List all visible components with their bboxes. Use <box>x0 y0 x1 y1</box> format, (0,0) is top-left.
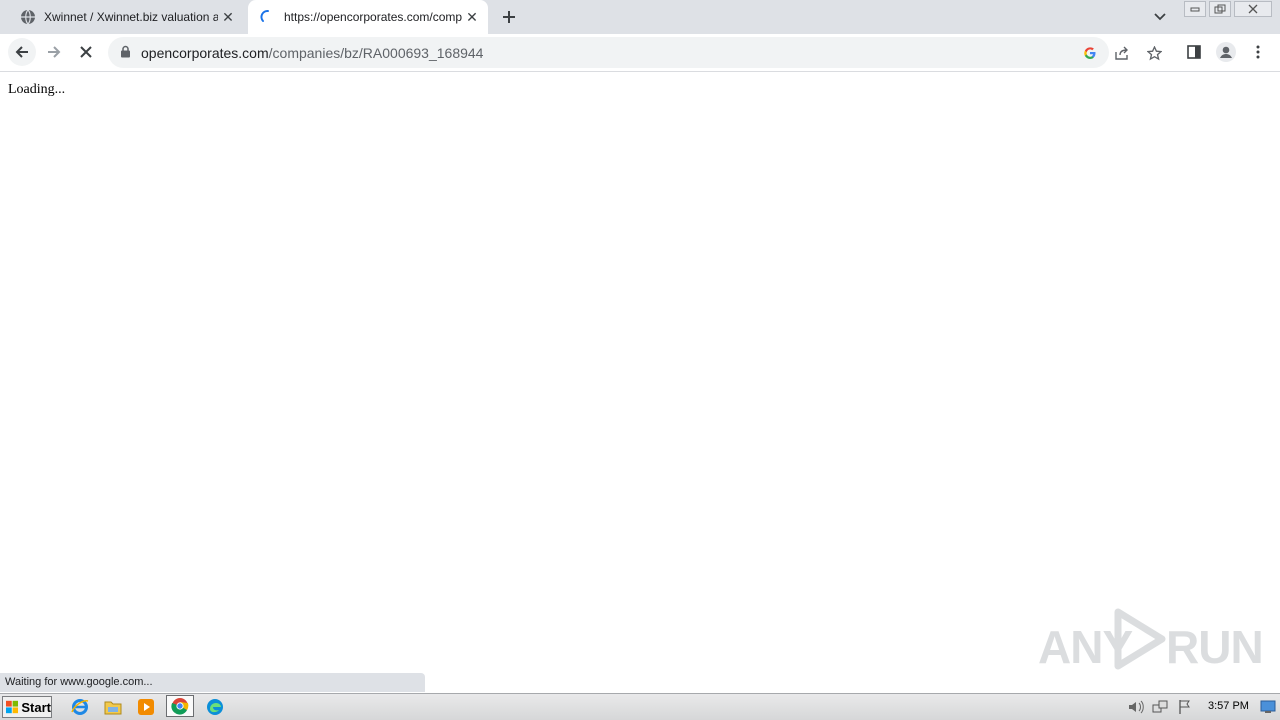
globe-icon <box>21 9 35 25</box>
explorer-taskbar-button[interactable] <box>102 697 124 717</box>
volume-icon[interactable] <box>1128 700 1144 714</box>
more-vertical-icon <box>1256 45 1260 59</box>
forward-arrow-icon <box>48 46 61 58</box>
url-host: opencorporates.com <box>141 45 269 61</box>
chrome-taskbar-button[interactable] <box>166 695 194 717</box>
bookmark-button[interactable] <box>1144 43 1164 63</box>
restore-button[interactable] <box>1209 1 1231 17</box>
windows-logo-icon <box>6 700 19 714</box>
star-icon <box>1146 45 1162 60</box>
action-center-flag-icon[interactable] <box>1178 699 1192 715</box>
media-player-icon <box>138 699 154 715</box>
ie-taskbar-button[interactable] <box>69 697 91 717</box>
browser-toolbar: opencorporates.com/companies/bz/RA000693… <box>0 34 1280 72</box>
taskbar: Start 3:57 PM <box>0 693 1280 720</box>
minimize-icon <box>1190 7 1200 12</box>
play-logo-icon <box>1114 608 1166 670</box>
share-button[interactable] <box>1112 43 1132 63</box>
clock[interactable]: 3:57 PM <box>1208 700 1249 712</box>
back-button[interactable] <box>8 38 36 66</box>
tab-opencorporates[interactable]: https://opencorporates.com/compar ✕ <box>248 0 488 34</box>
anyrun-watermark: ANY RUN <box>1036 606 1264 673</box>
google-lens-button[interactable] <box>1080 43 1100 63</box>
close-tab-icon[interactable]: ✕ <box>462 7 482 27</box>
lock-icon[interactable] <box>120 45 131 58</box>
menu-button[interactable] <box>1244 38 1272 66</box>
plus-icon <box>503 11 515 23</box>
loading-text: Loading... <box>8 82 66 97</box>
avatar-icon <box>1216 42 1236 62</box>
chrome-icon <box>171 698 189 715</box>
url-path: /companies/bz/RA000693_168944 <box>268 45 484 61</box>
close-icon <box>80 46 92 58</box>
start-button[interactable]: Start <box>2 696 52 718</box>
ie-icon <box>71 699 89 715</box>
tab-search-button[interactable] <box>1150 8 1170 26</box>
explorer-icon <box>104 701 122 715</box>
close-icon <box>1248 4 1258 14</box>
close-window-button[interactable] <box>1234 1 1272 17</box>
tab-title: Xwinnet / Xwinnet.biz valuation and <box>44 10 218 24</box>
google-g-icon <box>1084 47 1096 59</box>
side-panel-button[interactable] <box>1180 38 1208 66</box>
side-panel-icon <box>1187 45 1201 59</box>
profile-button[interactable] <box>1212 38 1240 66</box>
new-tab-button[interactable] <box>498 7 520 27</box>
status-bubble: Waiting for www.google.com... <box>0 673 425 692</box>
start-label: Start <box>21 699 51 715</box>
forward-button[interactable] <box>40 38 68 66</box>
address-bar[interactable]: opencorporates.com/companies/bz/RA000693… <box>108 37 1162 68</box>
media-player-taskbar-button[interactable] <box>135 697 157 717</box>
edge-taskbar-button[interactable] <box>204 697 226 717</box>
loading-spinner-icon <box>260 10 269 22</box>
system-tray: 3:57 PM <box>1124 695 1280 719</box>
restore-icon <box>1214 4 1226 14</box>
tab-xwinnet[interactable]: Xwinnet / Xwinnet.biz valuation and ✕ <box>8 0 244 34</box>
chevron-down-icon <box>1154 13 1166 21</box>
network-icon[interactable] <box>1152 699 1168 715</box>
show-desktop-icon[interactable] <box>1260 700 1276 714</box>
stop-loading-button[interactable] <box>72 38 100 66</box>
share-icon <box>1115 46 1128 60</box>
watermark-right: RUN <box>1166 621 1264 673</box>
back-arrow-icon <box>15 46 28 58</box>
url-text[interactable]: opencorporates.com/companies/bz/RA000693… <box>141 45 483 61</box>
edge-icon <box>207 699 223 715</box>
tab-strip: Xwinnet / Xwinnet.biz valuation and ✕ ht… <box>0 0 1280 34</box>
minimize-button[interactable] <box>1184 1 1206 17</box>
close-tab-icon[interactable]: ✕ <box>218 7 238 27</box>
tab-title: https://opencorporates.com/compar <box>284 10 462 24</box>
